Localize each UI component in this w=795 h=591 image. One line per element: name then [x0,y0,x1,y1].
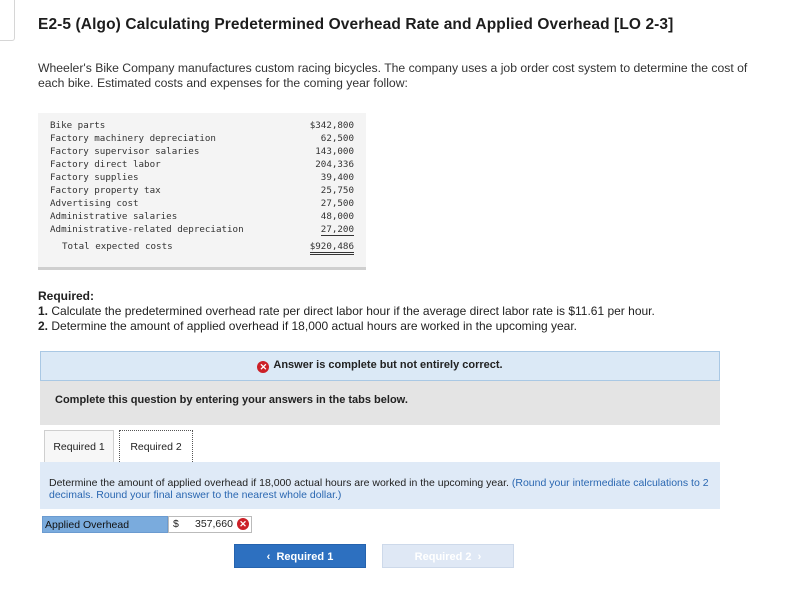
status-banner-text: Answer is complete but not entirely corr… [273,359,503,371]
total-amount: $920,486 [309,241,354,255]
prev-tab-button[interactable]: ‹ Required 1 [234,544,366,568]
required-section: Required: 1. Calculate the predetermined… [38,289,758,334]
cost-total-row: Total expected costs $920,486 [50,241,360,255]
currency-symbol: $ [173,518,179,530]
x-circle-icon: ✕ [237,518,249,530]
chevron-right-icon: › [477,551,482,563]
cost-amount: 27,500 [320,198,354,209]
tab-required-2[interactable]: Required 2 [119,430,193,462]
next-tab-button[interactable]: Required 2 › [382,544,514,568]
cost-row: Factory machinery depreciation 62,500 [50,133,360,146]
prev-tab-label: Required 1 [276,551,334,563]
applied-overhead-value[interactable]: 357,660 [195,517,233,532]
cost-amount: $342,800 [309,120,354,131]
cost-amount: 143,000 [315,146,354,157]
cost-label: Administrative-related depreciation [50,224,244,235]
cost-row: Administrative-related depreciation 27,2… [50,224,360,237]
status-banner: ✕ Answer is complete but not entirely cor… [40,351,720,381]
cost-amount: 62,500 [320,133,354,144]
cost-row: Bike parts $342,800 [50,120,360,133]
cost-amount: 48,000 [320,211,354,222]
cost-amount: 27,200 [320,224,354,236]
required-item-1-number: 1. [38,304,49,318]
cost-label: Factory supervisor salaries [50,146,200,157]
question-text: Determine the amount of applied overhead… [49,477,509,489]
cost-row: Advertising cost 27,500 [50,198,360,211]
next-tab-label: Required 2 [414,551,472,563]
cost-label: Factory machinery depreciation [50,133,216,144]
instruction-text: Complete this question by entering your … [55,394,408,406]
cost-label: Factory supplies [50,172,139,183]
cost-label: Bike parts [50,120,106,131]
tab-required-1[interactable]: Required 1 [44,430,114,462]
cost-row: Factory property tax 25,750 [50,185,360,198]
cost-row: Administrative salaries 48,000 [50,211,360,224]
page-title: E2-5 (Algo) Calculating Predetermined Ov… [38,16,674,33]
cost-label: Factory direct labor [50,159,161,170]
instruction-box: Complete this question by entering your … [40,381,720,425]
cost-table: Bike parts $342,800 Factory machinery de… [38,113,366,270]
cost-amount: 204,336 [315,159,354,170]
required-item-1: Calculate the predetermined overhead rat… [51,304,655,318]
cost-amount: 39,400 [320,172,354,183]
required-item-2: Determine the amount of applied overhead… [51,319,578,333]
required-item-2-number: 2. [38,319,49,333]
corner-decoration [0,0,15,41]
chevron-left-icon: ‹ [266,551,271,563]
cost-label: Factory property tax [50,185,161,196]
x-circle-icon: ✕ [257,361,270,373]
question-box: Determine the amount of applied overhead… [40,462,720,509]
cost-label: Advertising cost [50,198,139,209]
cost-row: Factory direct labor 204,336 [50,159,360,172]
cost-row: Factory supplies 39,400 [50,172,360,185]
required-heading: Required: [38,289,95,303]
cost-label: Administrative salaries [50,211,178,222]
cost-amount: 25,750 [320,185,354,196]
cost-row: Factory supervisor salaries 143,000 [50,146,360,159]
problem-intro: Wheeler's Bike Company manufactures cust… [38,61,748,90]
total-label: Total expected costs [62,241,173,252]
answer-label: Applied Overhead [42,516,168,533]
applied-overhead-input[interactable]: $ 357,660 ✕ [168,516,252,533]
